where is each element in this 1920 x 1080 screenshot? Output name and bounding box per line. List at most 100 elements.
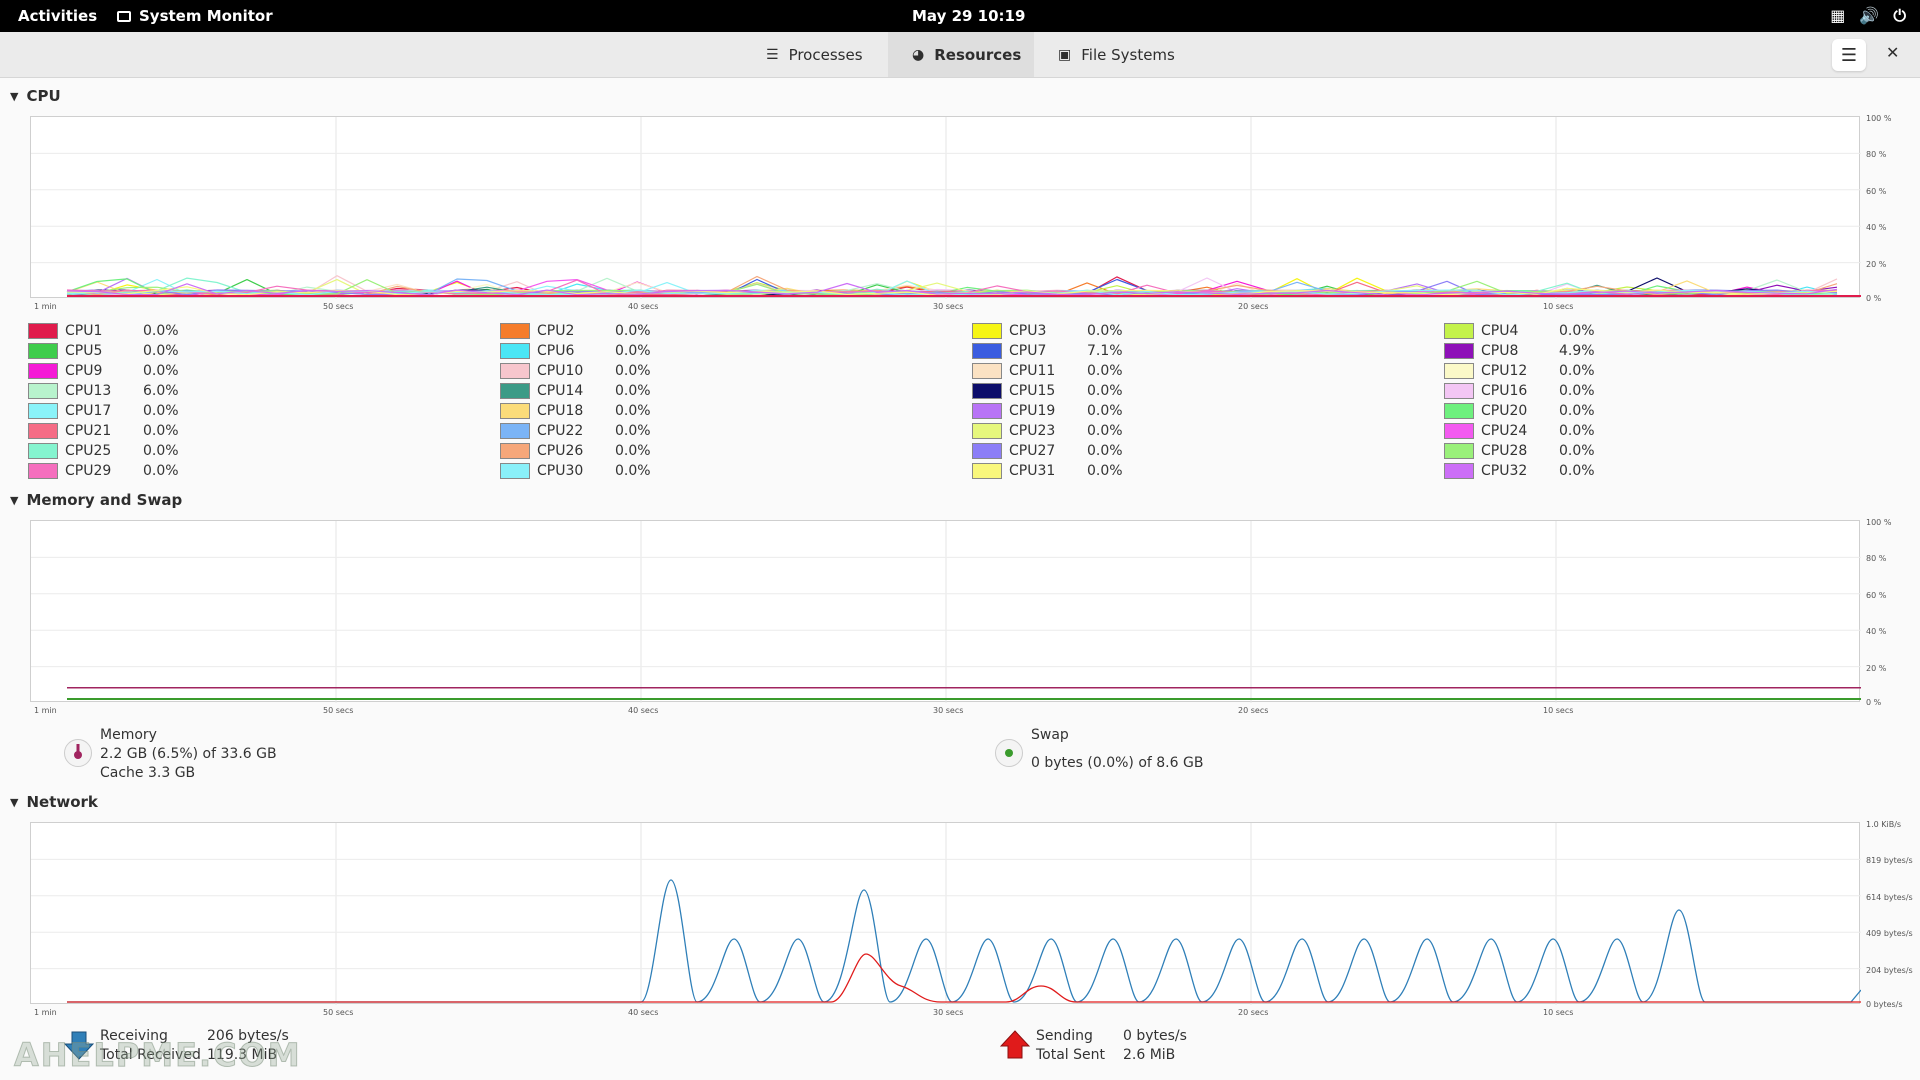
- cpu-section-header[interactable]: ▼ CPU: [10, 87, 61, 105]
- cpu-color-swatch[interactable]: [500, 403, 530, 419]
- cpu-color-swatch[interactable]: [28, 423, 58, 439]
- cpu-color-swatch[interactable]: [972, 343, 1002, 359]
- main-menu-button[interactable]: ☰: [1832, 39, 1866, 71]
- cpu-usage-value: 0.0%: [615, 343, 651, 359]
- tab-label: Processes: [788, 45, 863, 64]
- cpu-legend-item[interactable]: CPU5 0.0%: [28, 341, 203, 361]
- cpu-legend-item[interactable]: CPU11 0.0%: [972, 361, 1147, 381]
- cpu-legend-item[interactable]: CPU15 0.0%: [972, 381, 1147, 401]
- cpu-color-swatch[interactable]: [1444, 403, 1474, 419]
- cpu-color-swatch[interactable]: [28, 343, 58, 359]
- cpu-color-swatch[interactable]: [972, 463, 1002, 479]
- cpu-legend-item[interactable]: CPU12 0.0%: [1444, 361, 1619, 381]
- memory-section-header[interactable]: ▼ Memory and Swap: [10, 491, 182, 509]
- cpu-color-swatch[interactable]: [28, 403, 58, 419]
- cpu-usage-value: 0.0%: [143, 423, 179, 439]
- cpu-color-swatch[interactable]: [500, 463, 530, 479]
- cpu-legend-item[interactable]: CPU28 0.0%: [1444, 441, 1619, 461]
- network-section-header[interactable]: ▼ Network: [10, 793, 98, 811]
- cpu-name: CPU5: [65, 343, 103, 359]
- cpu-legend-item[interactable]: CPU10 0.0%: [500, 361, 675, 381]
- cpu-legend-item[interactable]: CPU20 0.0%: [1444, 401, 1619, 421]
- cpu-color-swatch[interactable]: [28, 443, 58, 459]
- cpu-legend-item[interactable]: CPU23 0.0%: [972, 421, 1147, 441]
- cpu-color-swatch[interactable]: [28, 323, 58, 339]
- tab-processes[interactable]: ☰ Processes: [742, 32, 888, 77]
- cpu-legend-item[interactable]: CPU4 0.0%: [1444, 321, 1619, 341]
- cpu-color-swatch[interactable]: [28, 363, 58, 379]
- cpu-color-swatch[interactable]: [500, 383, 530, 399]
- cpu-color-swatch[interactable]: [972, 403, 1002, 419]
- activities-button[interactable]: Activities: [18, 7, 97, 25]
- cpu-legend-item[interactable]: CPU30 0.0%: [500, 461, 675, 481]
- cpu-color-swatch[interactable]: [500, 423, 530, 439]
- cpu-name: CPU23: [1009, 423, 1056, 439]
- cpu-legend-item[interactable]: CPU8 4.9%: [1444, 341, 1619, 361]
- y-tick-label: 100 %: [1866, 114, 1892, 123]
- memory-info: Memory 2.2 GB (6.5%) of 33.6 GB Cache 3.…: [100, 726, 277, 783]
- cpu-legend-item[interactable]: CPU3 0.0%: [972, 321, 1147, 341]
- cpu-color-swatch[interactable]: [1444, 343, 1474, 359]
- cpu-legend-item[interactable]: CPU29 0.0%: [28, 461, 203, 481]
- y-tick-label: 204 bytes/s: [1866, 965, 1913, 975]
- cpu-legend-item[interactable]: CPU25 0.0%: [28, 441, 203, 461]
- cpu-color-swatch[interactable]: [1444, 443, 1474, 459]
- cpu-color-swatch[interactable]: [28, 463, 58, 479]
- cpu-legend-item[interactable]: CPU16 0.0%: [1444, 381, 1619, 401]
- close-button[interactable]: ✕: [1886, 43, 1899, 62]
- cpu-legend-item[interactable]: CPU6 0.0%: [500, 341, 675, 361]
- clock[interactable]: May 29 10:19: [912, 7, 1025, 25]
- cpu-color-swatch[interactable]: [28, 383, 58, 399]
- app-menu[interactable]: System Monitor: [117, 7, 273, 25]
- memory-history-graph: [30, 520, 1861, 703]
- cpu-color-swatch[interactable]: [500, 343, 530, 359]
- y-tick-label: 20 %: [1866, 663, 1887, 673]
- cpu-legend-item[interactable]: CPU27 0.0%: [972, 441, 1147, 461]
- cpu-color-swatch[interactable]: [1444, 323, 1474, 339]
- cpu-color-swatch[interactable]: [1444, 363, 1474, 379]
- cpu-color-swatch[interactable]: [500, 443, 530, 459]
- tab-resources[interactable]: ◕ Resources: [888, 32, 1034, 77]
- cpu-color-swatch[interactable]: [972, 423, 1002, 439]
- cpu-usage-value: 0.0%: [1087, 443, 1123, 459]
- cpu-legend-item[interactable]: CPU32 0.0%: [1444, 461, 1619, 481]
- system-tray[interactable]: ▦ 🔊 ⏻: [1830, 6, 1906, 26]
- cpu-color-swatch[interactable]: [1444, 423, 1474, 439]
- x-tick-label: 1 min: [34, 1008, 57, 1017]
- network-history-graph: [30, 822, 1861, 1005]
- cpu-name: CPU31: [1009, 463, 1056, 479]
- cpu-color-swatch[interactable]: [972, 323, 1002, 339]
- swap-pie-icon: [995, 739, 1023, 767]
- cpu-usage-value: 0.0%: [1087, 363, 1123, 379]
- cpu-legend-item[interactable]: CPU17 0.0%: [28, 401, 203, 421]
- x-tick-label: 30 secs: [933, 706, 964, 715]
- cpu-color-swatch[interactable]: [500, 323, 530, 339]
- cpu-legend-item[interactable]: CPU21 0.0%: [28, 421, 203, 441]
- cpu-color-swatch[interactable]: [500, 363, 530, 379]
- cpu-legend-item[interactable]: CPU13 6.0%: [28, 381, 203, 401]
- y-tick-label: 0 %: [1866, 294, 1882, 303]
- cpu-legend-item[interactable]: CPU22 0.0%: [500, 421, 675, 441]
- section-title: Network: [26, 793, 98, 811]
- cpu-legend-item[interactable]: CPU9 0.0%: [28, 361, 203, 381]
- cpu-color-swatch[interactable]: [972, 363, 1002, 379]
- cpu-legend-item[interactable]: CPU14 0.0%: [500, 381, 675, 401]
- cpu-legend-item[interactable]: CPU24 0.0%: [1444, 421, 1619, 441]
- cpu-name: CPU24: [1481, 423, 1528, 439]
- cpu-legend-item[interactable]: CPU1 0.0%: [28, 321, 203, 341]
- cpu-color-swatch[interactable]: [972, 443, 1002, 459]
- x-tick-label: 20 secs: [1238, 1008, 1269, 1017]
- cpu-legend-item[interactable]: CPU26 0.0%: [500, 441, 675, 461]
- cpu-color-swatch[interactable]: [1444, 463, 1474, 479]
- cpu-color-swatch[interactable]: [972, 383, 1002, 399]
- cpu-legend-item[interactable]: CPU19 0.0%: [972, 401, 1147, 421]
- app-name: System Monitor: [139, 7, 273, 25]
- cpu-color-swatch[interactable]: [1444, 383, 1474, 399]
- tab-file-systems[interactable]: ▣ File Systems: [1034, 32, 1204, 77]
- cpu-name: CPU20: [1481, 403, 1528, 419]
- cpu-legend-item[interactable]: CPU31 0.0%: [972, 461, 1147, 481]
- cpu-legend-item[interactable]: CPU18 0.0%: [500, 401, 675, 421]
- cpu-legend-item[interactable]: CPU7 7.1%: [972, 341, 1147, 361]
- cpu-legend-item[interactable]: CPU2 0.0%: [500, 321, 675, 341]
- cpu-usage-value: 0.0%: [143, 403, 179, 419]
